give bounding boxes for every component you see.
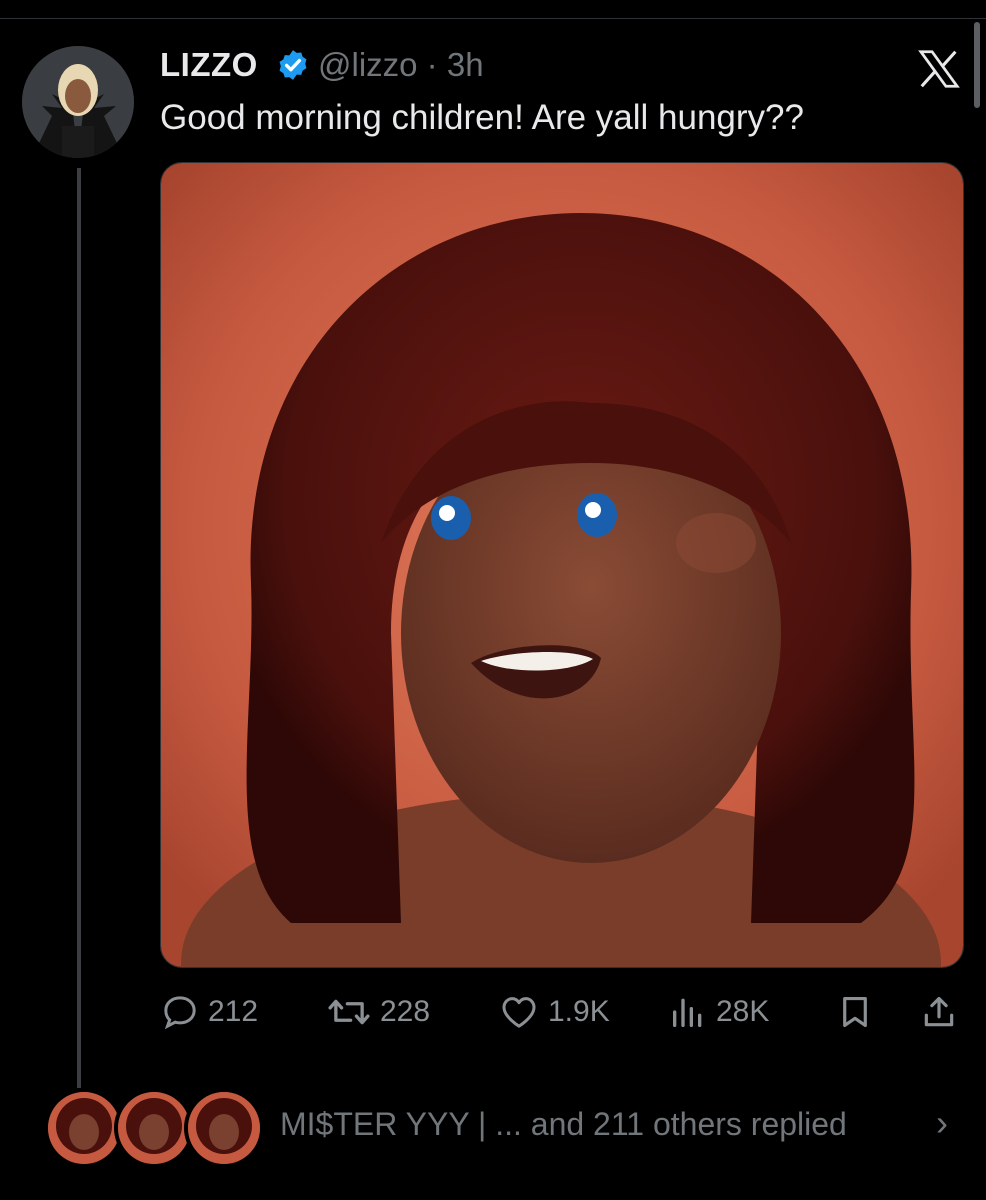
replies-summary-row[interactable]: MI$TER YYY | ... and 211 others replied … — [40, 1088, 970, 1168]
reply-avatar — [184, 1088, 264, 1168]
views-button[interactable]: 28K — [668, 990, 769, 1034]
reply-avatar — [114, 1088, 194, 1168]
verified-badge-icon — [279, 50, 307, 80]
top-divider — [0, 0, 986, 19]
retweet-icon — [328, 999, 370, 1025]
reply-avatar-image — [118, 1092, 190, 1164]
reply-button[interactable]: 212 — [160, 990, 258, 1034]
author-name[interactable]: LIZZO — [160, 46, 258, 84]
reply-avatar-image — [188, 1092, 260, 1164]
reply-count: 212 — [208, 995, 259, 1028]
share-icon — [924, 996, 954, 1027]
author-avatar[interactable] — [22, 46, 134, 158]
views-icon — [673, 998, 702, 1027]
views-count: 28K — [716, 995, 770, 1028]
thread-line — [77, 168, 81, 1088]
like-count: 1.9K — [548, 995, 610, 1028]
reply-icon — [164, 996, 196, 1030]
reply-avatar-image — [48, 1092, 120, 1164]
tweet-media-image[interactable] — [160, 162, 964, 968]
reply-avatar — [44, 1088, 124, 1168]
bookmark-icon — [843, 996, 867, 1028]
tweet-action-bar: 212 228 1.9K 28K — [160, 990, 970, 1034]
tweet-text: Good morning children! Are yall hungry?? — [160, 98, 804, 137]
x-logo-icon — [918, 50, 960, 88]
bookmark-button[interactable] — [836, 990, 874, 1034]
share-button[interactable] — [920, 990, 958, 1034]
author-handle-time[interactable]: @lizzo · 3h — [318, 46, 484, 84]
replies-summary-text: MI$TER YYY | ... and 211 others replied — [280, 1106, 847, 1142]
chevron-right-icon: › — [936, 1102, 948, 1143]
like-icon — [502, 997, 536, 1028]
retweet-count: 228 — [380, 995, 431, 1028]
like-button[interactable]: 1.9K — [498, 990, 610, 1034]
scrollbar[interactable] — [974, 22, 980, 108]
photo — [161, 163, 963, 967]
retweet-button[interactable]: 228 — [326, 990, 430, 1034]
avatar-image — [22, 46, 134, 158]
